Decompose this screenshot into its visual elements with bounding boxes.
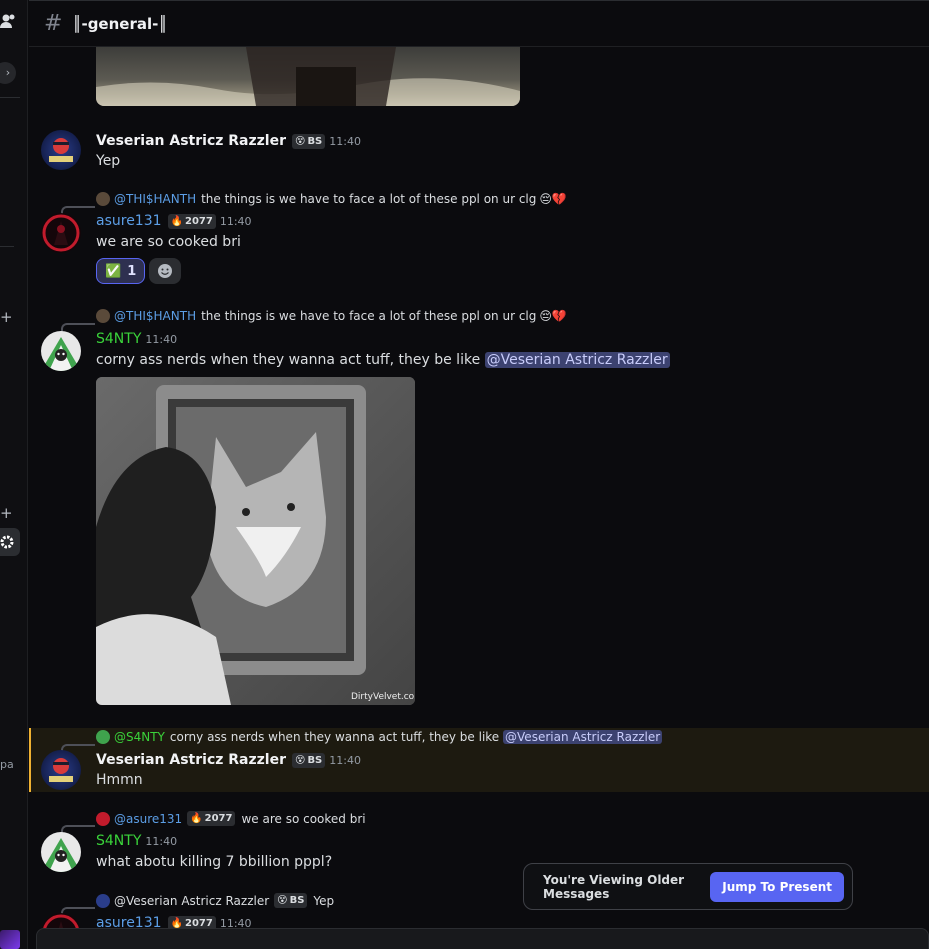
sidebar-text: pa — [0, 758, 14, 771]
message-input[interactable] — [36, 928, 929, 949]
server-icon[interactable] — [0, 930, 20, 949]
badge-text: 2077 — [184, 215, 213, 227]
fire-icon: 🔥 — [170, 215, 183, 227]
message-header: Veserian Astricz Razzler 😵 BS 11:40 — [96, 133, 361, 149]
reply-reference[interactable]: @THI$HANTH the things is we have to face… — [96, 192, 567, 206]
timestamp: 11:40 — [219, 214, 252, 228]
server-tag-badge[interactable]: 😵 BS — [292, 133, 326, 149]
message-content: what abotu killing 7 bbillion pppl? — [96, 854, 333, 870]
broken-heart-emoji-icon: 💔 — [551, 192, 567, 206]
check-emoji-icon: ✅ — [105, 263, 122, 279]
friends-icon[interactable] — [0, 12, 16, 30]
hash-icon: # — [44, 11, 63, 36]
gif-watermark: DirtyVelvet.co.uk — [351, 692, 415, 702]
badge-text: 2077 — [204, 813, 233, 824]
skull-icon: 😵 — [277, 895, 288, 906]
expand-chevron-icon[interactable]: › — [0, 62, 16, 84]
jump-to-present-button[interactable]: Jump To Present — [710, 871, 844, 902]
skull-icon: 😵 — [295, 754, 306, 766]
reply-reference[interactable]: @asure131 🔥 2077 we are so cooked bri — [96, 811, 366, 826]
message-content: we are so cooked bri — [96, 234, 241, 250]
message-text: corny ass nerds when they wanna act tuff… — [96, 352, 481, 368]
server-tag-badge: 🔥 2077 — [187, 811, 236, 826]
reply-avatar — [96, 893, 110, 908]
reply-author[interactable]: @Veserian Astricz Razzler — [114, 894, 269, 908]
reply-author[interactable]: @THI$HANTH — [114, 309, 196, 323]
reply-author[interactable]: @asure131 — [114, 812, 182, 826]
author-name[interactable]: Veserian Astricz Razzler — [96, 752, 286, 768]
avatar[interactable] — [41, 331, 81, 371]
pensive-emoji-icon: 😔 — [539, 309, 552, 323]
badge-text: BS — [307, 754, 323, 766]
reply-text: the things is we have to face a lot of t… — [201, 192, 537, 206]
reply-text: corny ass nerds when they wanna act tuff… — [169, 730, 500, 744]
server-sidebar: › + + pa — [0, 0, 28, 949]
timestamp: 11:40 — [329, 134, 361, 148]
broken-heart-emoji-icon: 💔 — [551, 309, 567, 323]
reply-text: we are so cooked bri — [241, 811, 366, 826]
add-icon[interactable]: + — [0, 308, 13, 326]
message-content: Hmmn — [96, 772, 143, 788]
add-reaction-button[interactable] — [149, 258, 182, 284]
reply-author[interactable]: @S4NTY — [114, 730, 165, 744]
badge-text: 2077 — [184, 917, 213, 929]
skull-icon: 😵 — [295, 135, 306, 147]
settings-gear-icon[interactable] — [0, 528, 20, 556]
message-content: corny ass nerds when they wanna act tuff… — [96, 352, 670, 368]
reply-avatar — [96, 811, 110, 826]
badge-text: BS — [307, 135, 323, 147]
timestamp: 11:40 — [145, 834, 178, 848]
server-tag-badge[interactable]: 🔥 2077 — [167, 213, 216, 229]
divider — [0, 97, 20, 98]
author-name[interactable]: asure131 — [96, 213, 162, 229]
avatar[interactable] — [41, 130, 81, 170]
reply-reference[interactable]: @S4NTY corny ass nerds when they wanna a… — [96, 730, 663, 744]
message-header: asure131 🔥 2077 11:40 — [96, 213, 252, 229]
author-name[interactable]: Veserian Astricz Razzler — [96, 133, 286, 149]
image-attachment[interactable] — [96, 47, 520, 106]
timestamp: 11:40 — [145, 332, 178, 346]
channel-header: # ║-general-║ — [29, 0, 929, 47]
channel-title: ║-general-║ — [72, 14, 168, 33]
fire-icon: 🔥 — [190, 813, 203, 824]
reply-reference[interactable]: @Veserian Astricz Razzler 😵 BS Yep — [96, 893, 334, 908]
badge-text: BS — [289, 895, 305, 906]
fire-icon: 🔥 — [170, 917, 183, 929]
message-header: S4NTY 11:40 — [96, 331, 177, 347]
reply-text: Yep — [313, 893, 335, 908]
reaction-check[interactable]: ✅ 1 — [96, 258, 146, 284]
reply-avatar — [96, 309, 110, 323]
reply-avatar — [96, 192, 110, 206]
timestamp: 11:40 — [329, 753, 361, 767]
reply-text: the things is we have to face a lot of t… — [201, 309, 537, 323]
divider — [0, 246, 14, 247]
message-header: Veserian Astricz Razzler 😵 BS 11:40 — [96, 752, 361, 768]
smiley-icon — [158, 264, 173, 278]
user-mention[interactable]: @Veserian Astricz Razzler — [503, 730, 663, 744]
gif-attachment[interactable]: DirtyVelvet.co.uk — [96, 377, 415, 705]
server-tag-badge[interactable]: 😵 BS — [292, 752, 326, 768]
server-tag-badge: 😵 BS — [274, 893, 308, 908]
message-header: S4NTY 11:40 — [96, 833, 177, 849]
avatar[interactable] — [41, 832, 81, 872]
message-content: Yep — [96, 153, 121, 169]
reply-author[interactable]: @THI$HANTH — [114, 192, 196, 206]
reply-reference[interactable]: @THI$HANTH the things is we have to face… — [96, 309, 567, 323]
add-icon[interactable]: + — [0, 504, 13, 522]
reactions: ✅ 1 — [96, 258, 182, 284]
older-messages-text: You're Viewing Older Messages — [543, 872, 685, 901]
reply-avatar — [96, 730, 110, 744]
older-messages-bar: You're Viewing Older Messages Jump To Pr… — [523, 863, 853, 910]
author-name[interactable]: S4NTY — [96, 833, 141, 849]
message-list[interactable]: Veserian Astricz Razzler 😵 BS 11:40 Yep @… — [29, 47, 929, 949]
author-name[interactable]: S4NTY — [96, 331, 141, 347]
pensive-emoji-icon: 😔 — [539, 192, 552, 206]
avatar[interactable] — [41, 213, 81, 253]
avatar[interactable] — [41, 750, 81, 790]
reaction-count: 1 — [127, 263, 137, 279]
user-mention[interactable]: @Veserian Astricz Razzler — [484, 352, 670, 368]
